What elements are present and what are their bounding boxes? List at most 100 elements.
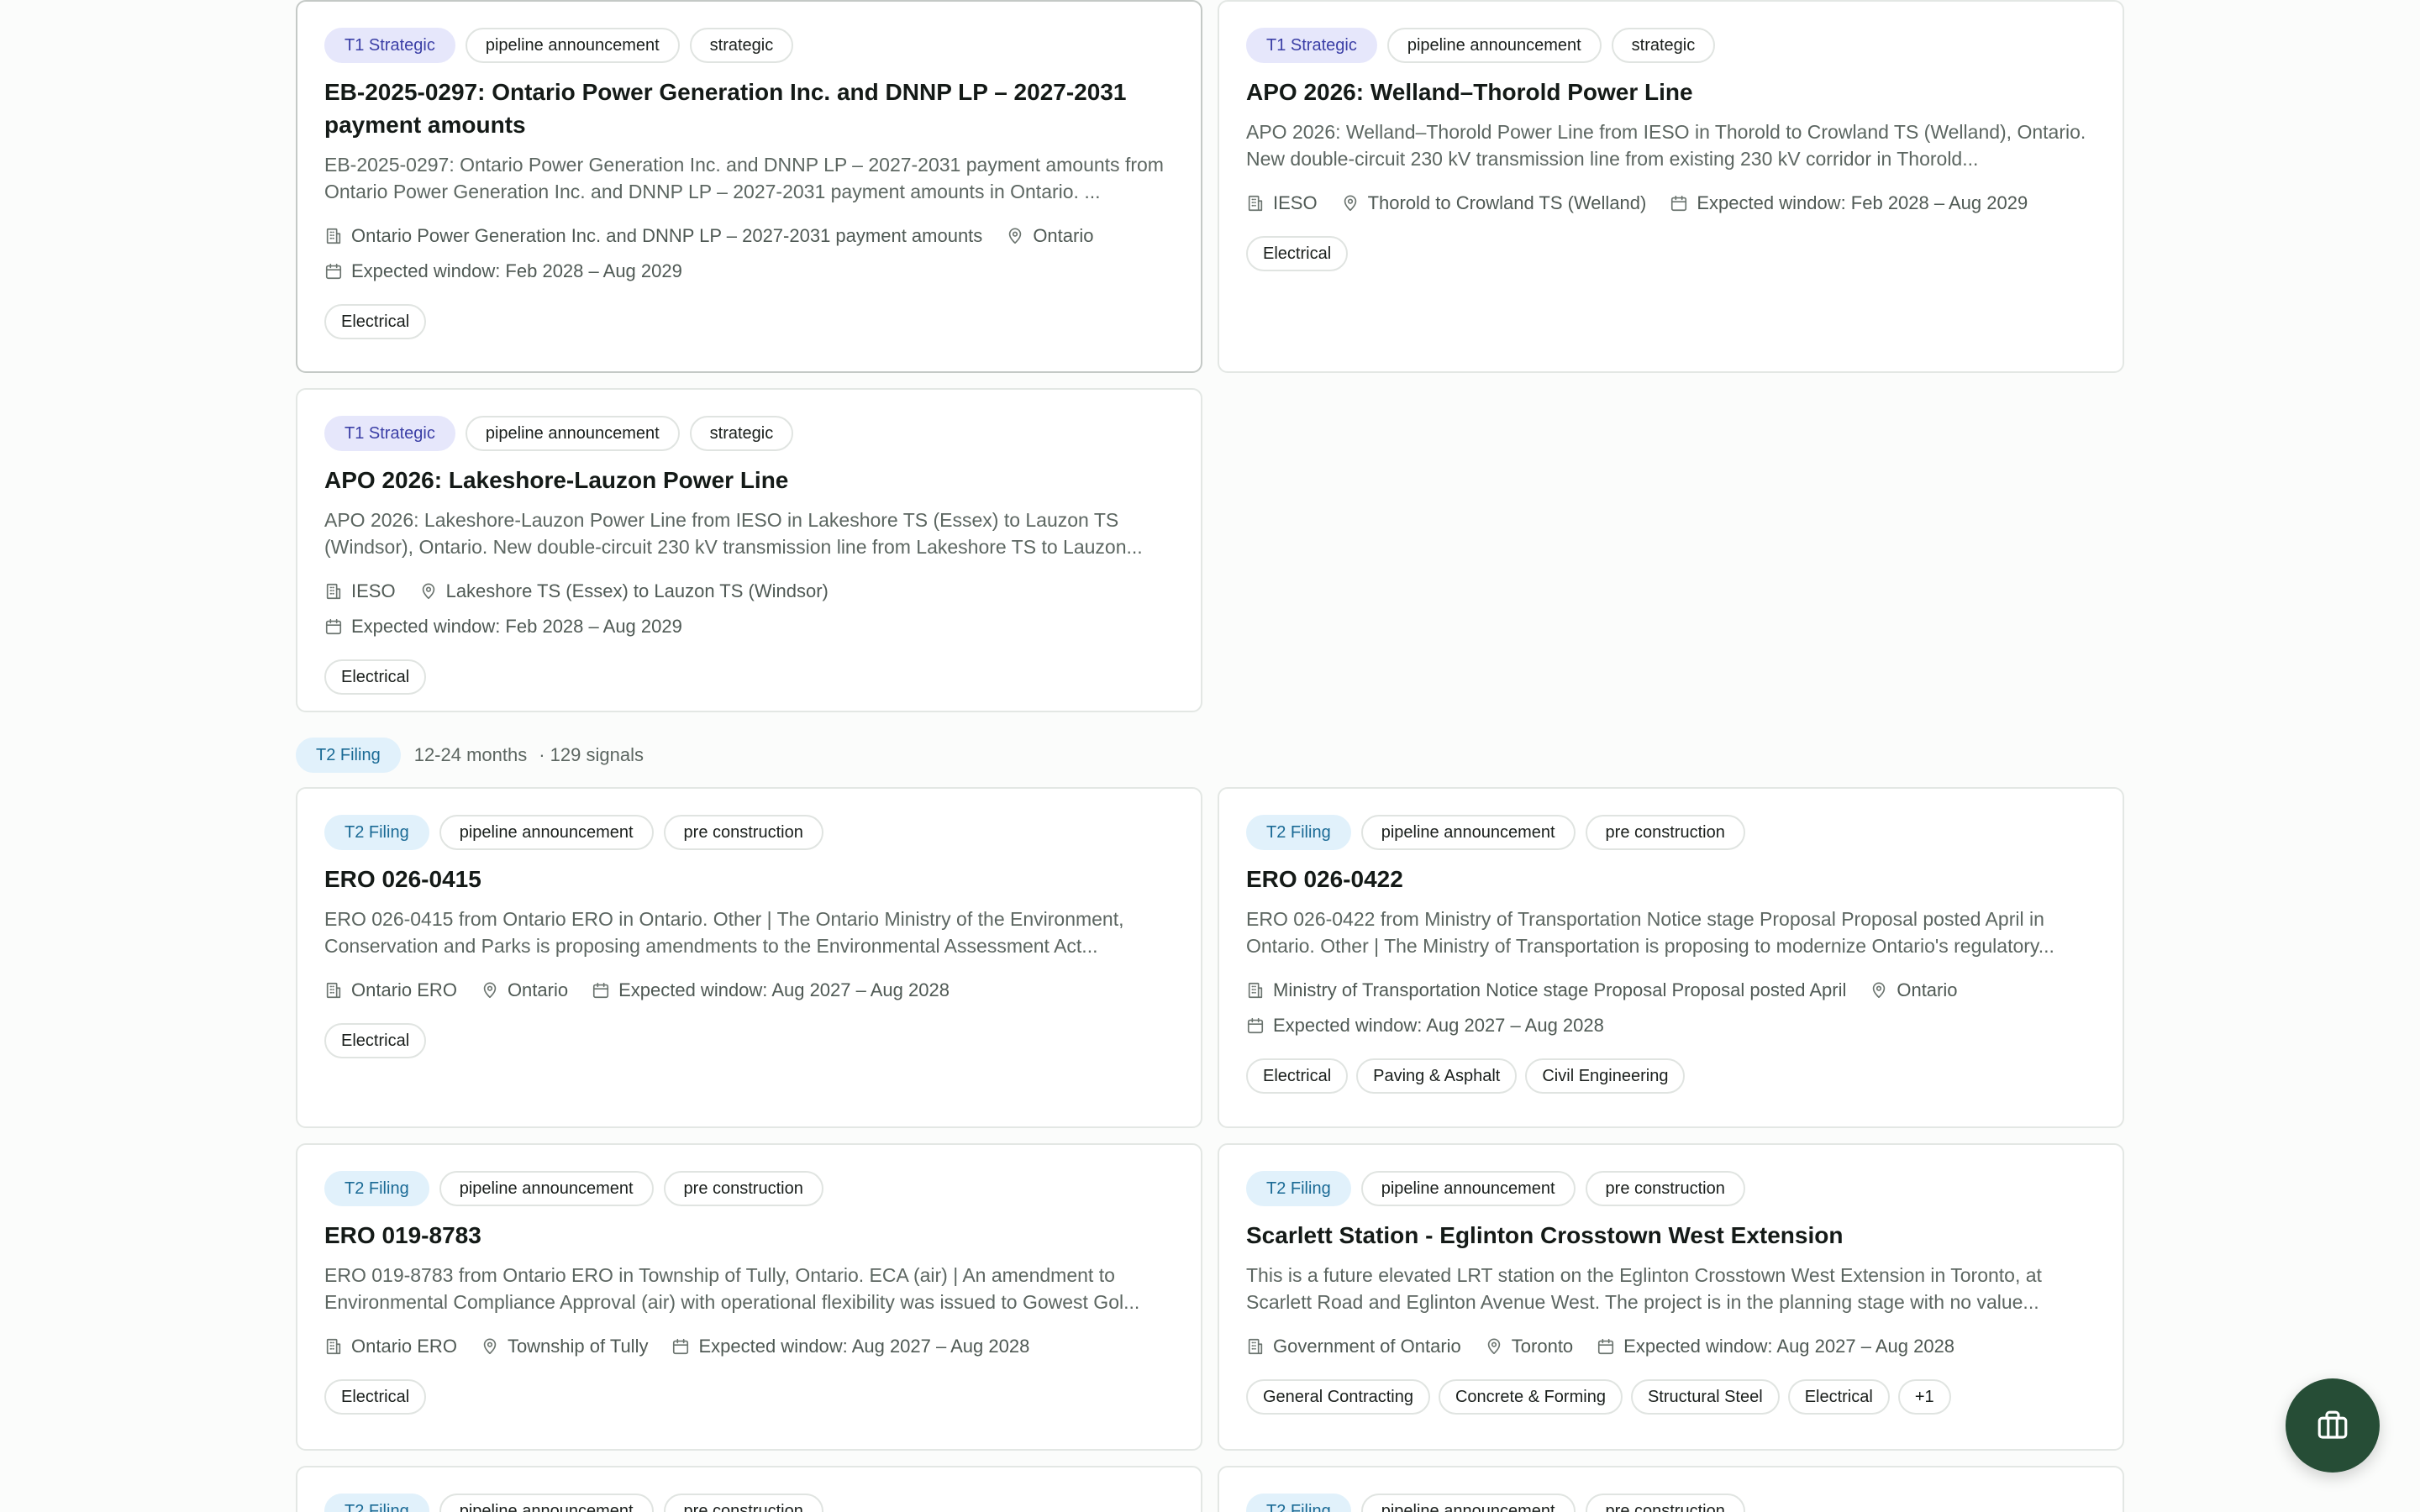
meta-expected-window-text: Expected window: Aug 2027 – Aug 2028 (1623, 1336, 1955, 1357)
card-title[interactable]: ERO 019-8783 (324, 1219, 1174, 1252)
stage-badge: pre construction (663, 815, 823, 850)
stage-badge: pre construction (1585, 815, 1745, 850)
signal-type-badge: pipeline announcement (465, 28, 680, 63)
meta-location-text: Ontario (1033, 225, 1094, 246)
card-title[interactable]: ERO 026-0422 (1246, 863, 2096, 895)
card-trade-tags: Electrical (1246, 236, 2096, 271)
tier-badge: T2 Filing (296, 738, 401, 773)
meta-expected-window-text: Expected window: Feb 2028 – Aug 2029 (351, 616, 682, 637)
meta-expected-window: Expected window: Aug 2027 – Aug 2028 (1246, 1011, 1604, 1040)
trade-tag[interactable]: Structural Steel (1630, 1379, 1780, 1415)
meta-expected-window-text: Expected window: Feb 2028 – Aug 2029 (351, 260, 682, 281)
card-meta: IESO Lakeshore TS (Essex) to Lauzon TS (W… (324, 577, 1174, 641)
signal-card[interactable]: T2 Filing pipeline announcement pre constr… (296, 787, 1202, 1128)
building-icon (324, 227, 351, 245)
meta-location-text: Ontario (507, 979, 569, 1000)
briefcase-fab-button[interactable] (2286, 1378, 2380, 1473)
meta-expected-window: Expected window: Feb 2028 – Aug 2029 (324, 257, 682, 286)
tier-badge: T2 Filing (324, 1171, 429, 1206)
building-icon (324, 582, 351, 601)
signal-card[interactable]: T2 Filing pipeline announcement pre constr… (1218, 787, 2124, 1128)
calendar-icon (1597, 1337, 1623, 1356)
stage-badge: pre construction (1585, 1171, 1745, 1206)
t2-card-grid: T2 Filing pipeline announcement pre constr… (296, 787, 2124, 1512)
card-meta: Government of Ontario Toronto Expected win… (1246, 1332, 2096, 1361)
building-icon (324, 981, 351, 1000)
meta-location-text: Lakeshore TS (Essex) to Lauzon TS (Winds… (445, 580, 829, 601)
card-badges: T2 Filing pipeline announcement pre constr… (324, 1493, 1174, 1512)
section-timeframe: 12-24 months (413, 744, 528, 765)
stage-badge: pre construction (663, 1171, 823, 1206)
signal-card[interactable]: T2 Filing pipeline announcement pre constr… (1218, 1143, 2124, 1451)
card-badges: T2 Filing pipeline announcement pre constr… (1246, 1170, 2096, 1207)
signal-card[interactable]: T1 Strategic pipeline announcement strateg… (296, 388, 1202, 712)
stage-badge: pre construction (663, 1494, 823, 1512)
meta-location-text: Thorold to Crowland TS (Welland) (1367, 192, 1647, 213)
card-trade-tags: Electrical (324, 304, 1174, 339)
tier-badge: T2 Filing (1246, 815, 1351, 850)
card-title[interactable]: APO 2026: Lakeshore-Lauzon Power Line (324, 464, 1174, 496)
map-pin-icon (1341, 194, 1368, 213)
calendar-icon (324, 262, 351, 281)
signal-card[interactable]: T2 Filing pipeline announcement pre constr… (296, 1466, 1202, 1512)
calendar-icon (1670, 194, 1697, 213)
card-badges: T2 Filing pipeline announcement pre constr… (324, 814, 1174, 851)
meta-organization-text: Government of Ontario (1273, 1336, 1461, 1357)
signal-card[interactable]: T2 Filing pipeline announcement pre constr… (296, 1143, 1202, 1451)
trade-tag[interactable]: Electrical (324, 304, 427, 339)
meta-organization: Government of Ontario (1246, 1332, 1461, 1361)
meta-organization: Ministry of Transportation Notice stage … (1246, 976, 1846, 1005)
trade-tag[interactable]: Concrete & Forming (1438, 1379, 1623, 1415)
meta-location-text: Township of Tully (507, 1336, 649, 1357)
tier-badge: T2 Filing (324, 1494, 429, 1512)
card-title[interactable]: ERO 026-0415 (324, 863, 1174, 895)
card-title[interactable]: APO 2026: Welland–Thorold Power Line (1246, 76, 2096, 108)
card-meta: IESO Thorold to Crowland TS (Welland) Expe… (1246, 189, 2096, 218)
meta-expected-window: Expected window: Aug 2027 – Aug 2028 (1597, 1332, 1954, 1361)
card-badges: T2 Filing pipeline announcement pre constr… (1246, 814, 2096, 851)
card-trade-tags: General Contracting Concrete & Forming Str… (1246, 1379, 2096, 1415)
building-icon (1246, 194, 1273, 213)
trade-tag[interactable]: Electrical (324, 1379, 427, 1415)
card-badges: T1 Strategic pipeline announcement strateg… (324, 415, 1174, 452)
trade-tag[interactable]: Electrical (1246, 236, 1349, 271)
meta-location: Township of Tully (481, 1332, 649, 1361)
calendar-icon (592, 981, 618, 1000)
map-pin-icon (481, 1337, 508, 1356)
card-badges: T1 Strategic pipeline announcement strateg… (1246, 27, 2096, 64)
meta-organization: Ontario ERO (324, 1332, 457, 1361)
map-pin-icon (481, 981, 508, 1000)
meta-expected-window-text: Expected window: Aug 2027 – Aug 2028 (618, 979, 950, 1000)
meta-organization-text: IESO (1273, 192, 1318, 213)
signal-type-badge: pipeline announcement (1360, 815, 1576, 850)
card-description: This is a future elevated LRT station on… (1246, 1264, 2042, 1313)
meta-location: Thorold to Crowland TS (Welland) (1341, 189, 1647, 218)
signal-card[interactable]: T1 Strategic pipeline announcement strateg… (1218, 0, 2124, 373)
meta-location-text: Ontario (1897, 979, 1958, 1000)
meta-location: Ontario (1870, 976, 1958, 1005)
trade-tag[interactable]: Electrical (324, 659, 427, 695)
more-tags-chip[interactable]: +1 (1897, 1379, 1951, 1415)
trade-tag[interactable]: Civil Engineering (1525, 1058, 1686, 1094)
tier-badge: T2 Filing (1246, 1494, 1351, 1512)
signal-type-badge: pipeline announcement (1386, 28, 1602, 63)
card-description: ERO 026-0422 from Ministry of Transporta… (1246, 908, 2054, 957)
signal-card[interactable]: T1 Strategic pipeline announcement strateg… (296, 0, 1202, 373)
trade-tag[interactable]: Electrical (1787, 1379, 1890, 1415)
signal-card[interactable]: T2 Filing pipeline announcement pre constr… (1218, 1466, 2124, 1512)
card-title[interactable]: Scarlett Station - Eglinton Crosstown We… (1246, 1219, 2096, 1252)
signal-type-badge: pipeline announcement (439, 1171, 654, 1206)
signal-type-badge: pipeline announcement (1360, 1171, 1576, 1206)
stage-badge: pre construction (1585, 1494, 1745, 1512)
card-title[interactable]: EB-2025-0297: Ontario Power Generation I… (324, 76, 1174, 141)
signal-type-badge: pipeline announcement (465, 416, 680, 451)
meta-expected-window: Expected window: Feb 2028 – Aug 2029 (1670, 189, 2028, 218)
trade-tag[interactable]: Paving & Asphalt (1356, 1058, 1518, 1094)
trade-tag[interactable]: Electrical (1246, 1058, 1349, 1094)
trade-tag[interactable]: Electrical (324, 1023, 427, 1058)
card-meta: Ministry of Transportation Notice stage … (1246, 976, 2096, 1040)
trade-tag[interactable]: General Contracting (1246, 1379, 1430, 1415)
briefcase-icon (2317, 1410, 2348, 1439)
meta-expected-window-text: Expected window: Aug 2027 – Aug 2028 (1273, 1015, 1604, 1036)
card-description: ERO 026-0415 from Ontario ERO in Ontario… (324, 908, 1124, 957)
